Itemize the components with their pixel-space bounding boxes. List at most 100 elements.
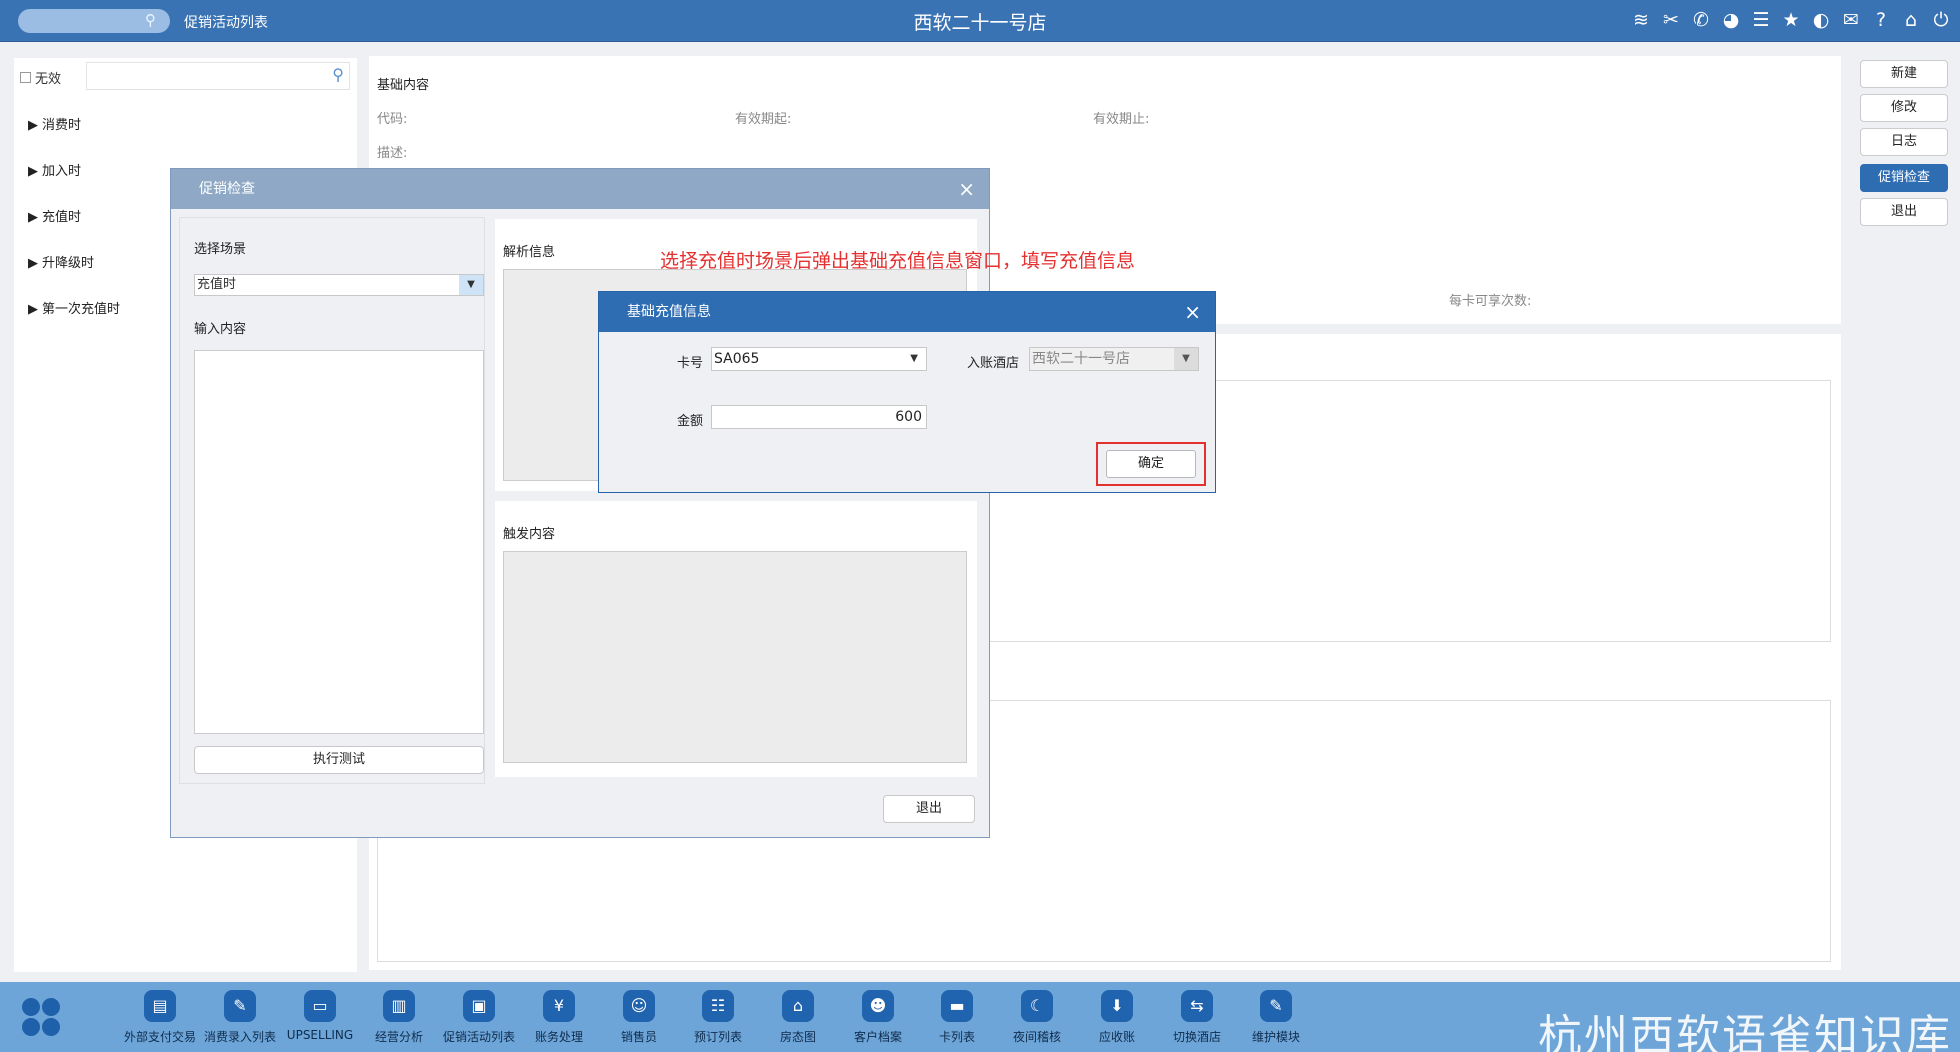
- filter-input[interactable]: ⚲: [86, 62, 350, 90]
- taskbar-item-card-list[interactable]: ▬ 卡列表: [912, 990, 1002, 1045]
- invalid-checkbox[interactable]: 无效: [20, 64, 88, 90]
- hotel-value: 西软二十一号店: [1032, 351, 1130, 367]
- mail-icon[interactable]: ✉: [1840, 8, 1862, 32]
- expand-arrow-icon[interactable]: ▶: [28, 118, 38, 133]
- chevron-down-icon: ▼: [1174, 348, 1198, 370]
- search-icon[interactable]: ⚲: [145, 11, 156, 29]
- expand-arrow-icon[interactable]: ▶: [28, 256, 38, 271]
- taskbar-item-accounting[interactable]: ¥ 账务处理: [514, 990, 604, 1045]
- wrench-icon: ✎: [1260, 990, 1292, 1022]
- hotel-label: 入账酒店: [967, 356, 1020, 371]
- close-icon[interactable]: ×: [1184, 292, 1201, 332]
- input-textarea[interactable]: [194, 350, 484, 734]
- tree-item-recharge[interactable]: ▶ 充值时: [28, 206, 81, 225]
- log-button[interactable]: 日志: [1860, 128, 1948, 156]
- card-select[interactable]: SA065 ▼: [711, 347, 927, 371]
- bar-chart-icon: ▥: [383, 990, 415, 1022]
- user-icon: ☺: [623, 990, 655, 1022]
- logo-icon[interactable]: [22, 998, 62, 1038]
- global-search[interactable]: ⚲: [18, 9, 170, 33]
- building-icon: ⌂: [782, 990, 814, 1022]
- amount-input[interactable]: 600: [711, 405, 927, 429]
- parse-label: 解析信息: [503, 245, 556, 260]
- contrast-icon[interactable]: ◐: [1810, 8, 1832, 32]
- taskbar-item-upselling[interactable]: ▭ UPSELLING: [275, 990, 365, 1042]
- profile-icon: ☻: [862, 990, 894, 1022]
- wifi-icon[interactable]: ≋: [1630, 8, 1652, 32]
- edit-button[interactable]: 修改: [1860, 94, 1948, 122]
- promo-check-button[interactable]: 促销检查: [1860, 164, 1948, 192]
- tree-item-upgrade[interactable]: ▶ 升降级时: [28, 252, 94, 271]
- edit-doc-icon: ✎: [224, 990, 256, 1022]
- taskbar-item-maintenance[interactable]: ✎ 维护模块: [1231, 990, 1321, 1045]
- tree-item-first-recharge[interactable]: ▶ 第一次充值时: [28, 298, 120, 317]
- new-button[interactable]: 新建: [1860, 60, 1948, 88]
- tools-icon[interactable]: ✂: [1660, 8, 1682, 32]
- taskbar-item-receivables[interactable]: ⬇ 应收账: [1072, 990, 1162, 1045]
- dialog-exit-button[interactable]: 退出: [883, 795, 975, 823]
- taskbar-item-night-audit[interactable]: ☾ 夜间稽核: [992, 990, 1082, 1045]
- taskbar-item-customer-profile[interactable]: ☻ 客户档案: [833, 990, 923, 1045]
- top-bar: ⚲ 促销活动列表 西软二十一号店 ≋ ✂ ✆ ◕ ☰ ★ ◐ ✉ ? ⌂ ⏻: [0, 0, 1960, 42]
- description-label: 描述:: [377, 146, 408, 161]
- top-toolbar: ≋ ✂ ✆ ◕ ☰ ★ ◐ ✉ ? ⌂ ⏻: [1630, 8, 1952, 32]
- taskbar-item-external-pay[interactable]: ▤ 外部支付交易: [115, 990, 205, 1045]
- annotation-text: 选择充值时场景后弹出基础充值信息窗口，填写充值信息: [660, 250, 1136, 272]
- taskbar-item-promo-list[interactable]: ▣ 促销活动列表: [434, 990, 524, 1045]
- taskbar-item-reservation-list[interactable]: ☷ 预订列表: [673, 990, 763, 1045]
- document-icon: ▤: [144, 990, 176, 1022]
- taskbar-item-switch-hotel[interactable]: ⇆ 切换酒店: [1152, 990, 1242, 1045]
- calendar-icon: ▣: [463, 990, 495, 1022]
- tree-item-consume[interactable]: ▶ 消费时: [28, 114, 81, 133]
- scene-panel: 选择场景 充值时 ▼ 输入内容 执行测试: [179, 217, 485, 784]
- home-icon[interactable]: ⌂: [1900, 8, 1922, 32]
- phone-icon[interactable]: ✆: [1690, 8, 1712, 32]
- help-icon[interactable]: ?: [1870, 8, 1892, 32]
- confirm-button[interactable]: 确定: [1106, 450, 1196, 478]
- list-icon: ☷: [702, 990, 734, 1022]
- run-test-button[interactable]: 执行测试: [194, 746, 484, 774]
- star-icon[interactable]: ★: [1780, 8, 1802, 32]
- upselling-icon: ▭: [304, 990, 336, 1022]
- moon-icon: ☾: [1021, 990, 1053, 1022]
- exit-button[interactable]: 退出: [1860, 198, 1948, 226]
- dialog-header: 促销检查 ×: [171, 169, 989, 209]
- dialog-title: 促销检查: [199, 181, 255, 197]
- hotel-select: 西软二十一号店 ▼: [1029, 347, 1199, 371]
- expand-arrow-icon[interactable]: ▶: [28, 210, 38, 225]
- expand-arrow-icon[interactable]: ▶: [28, 302, 38, 317]
- watermark: 杭州西软语雀知识库: [1538, 1011, 1952, 1052]
- invalid-label: 无效: [35, 71, 62, 87]
- code-label: 代码:: [377, 112, 408, 127]
- menu-icon[interactable]: ☰: [1750, 8, 1772, 32]
- switch-icon: ⇆: [1181, 990, 1213, 1022]
- section-title: 基础内容: [377, 78, 430, 93]
- input-label: 输入内容: [194, 322, 247, 337]
- money-icon: ¥: [543, 990, 575, 1022]
- card-label: 卡号: [677, 356, 704, 371]
- recharge-dialog: 基础充值信息 × 卡号 SA065 ▼ 入账酒店 西软二十一号店 ▼ 金额 60…: [598, 291, 1216, 493]
- current-page-label[interactable]: 促销活动列表: [184, 12, 268, 32]
- dialog-title: 基础充值信息: [627, 304, 711, 320]
- taskbar-item-analysis[interactable]: ▥ 经营分析: [354, 990, 444, 1045]
- power-icon[interactable]: ⏻: [1930, 8, 1952, 32]
- tree-item-join[interactable]: ▶ 加入时: [28, 160, 81, 179]
- expand-arrow-icon[interactable]: ▶: [28, 164, 38, 179]
- chevron-down-icon[interactable]: ▼: [459, 275, 483, 295]
- search-icon[interactable]: ⚲: [332, 65, 344, 84]
- scene-select[interactable]: 充值时 ▼: [194, 274, 484, 296]
- taskbar-item-salesperson[interactable]: ☺ 销售员: [594, 990, 684, 1045]
- checkbox-box[interactable]: [20, 71, 31, 83]
- trigger-panel: 触发内容: [495, 501, 977, 777]
- download-icon: ⬇: [1101, 990, 1133, 1022]
- palette-icon[interactable]: ◕: [1720, 8, 1742, 32]
- per-card-label: 每卡可享次数:: [1449, 294, 1532, 309]
- close-icon[interactable]: ×: [958, 169, 975, 209]
- taskbar-item-consume-entry[interactable]: ✎ 消费录入列表: [195, 990, 285, 1045]
- trigger-label: 触发内容: [503, 527, 556, 542]
- dialog-header: 基础充值信息 ×: [599, 292, 1215, 332]
- chevron-down-icon[interactable]: ▼: [910, 348, 918, 370]
- taskbar-item-room-status[interactable]: ⌂ 房态图: [753, 990, 843, 1045]
- scene-value: 充值时: [197, 277, 237, 292]
- trigger-box: [503, 551, 967, 763]
